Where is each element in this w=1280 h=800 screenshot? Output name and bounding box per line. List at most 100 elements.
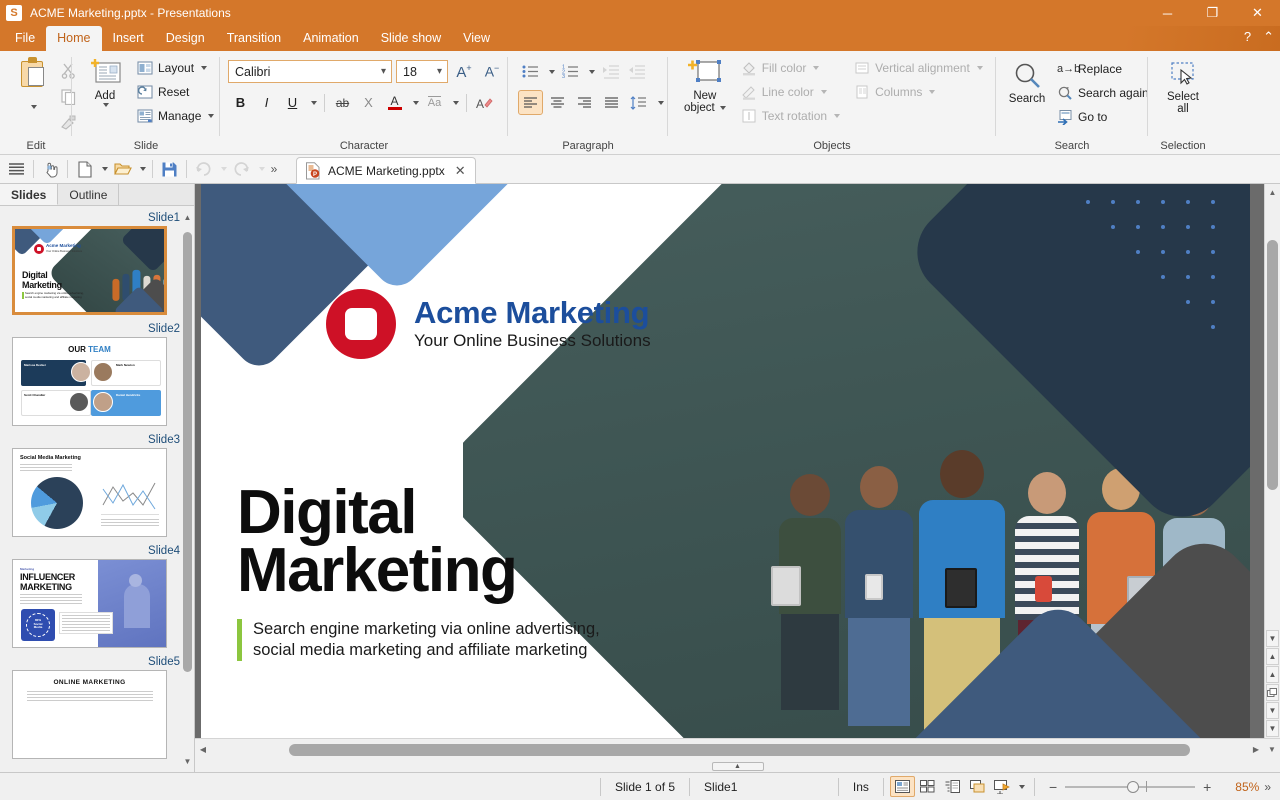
slide-thumbnail-item[interactable]: Slide1 — [8, 212, 180, 315]
bullet-list-button[interactable] — [518, 59, 543, 84]
canvas-horizontal-scrollbar[interactable]: ◀ ▶ ▼ — [195, 738, 1280, 760]
tab-transition[interactable]: Transition — [216, 26, 292, 51]
redo-button[interactable] — [229, 157, 254, 182]
underline-dropdown-icon[interactable] — [306, 90, 319, 115]
increase-font-size-button[interactable]: A+ — [452, 59, 476, 84]
tab-design[interactable]: Design — [155, 26, 216, 51]
slide-thumbnail-4[interactable]: Marketing INFLUENCERMARKETING 80%SocialM… — [12, 559, 167, 648]
collapse-ribbon-icon[interactable]: ⌃ — [1263, 29, 1274, 45]
align-center-button[interactable] — [545, 90, 570, 115]
open-button[interactable] — [110, 157, 135, 182]
tab-slide-show[interactable]: Slide show — [370, 26, 452, 51]
view-slide-show-button[interactable] — [990, 776, 1015, 797]
panel-tab-outline[interactable]: Outline — [58, 184, 119, 205]
layout-button[interactable]: Layout — [132, 56, 219, 79]
tab-home[interactable]: Home — [46, 26, 101, 51]
scroll-up-icon[interactable]: ▲ — [182, 210, 193, 224]
tab-file[interactable]: File — [4, 26, 46, 51]
zoom-level-label[interactable]: 85% — [1219, 780, 1259, 794]
view-dropdown-icon[interactable] — [1015, 774, 1028, 799]
paste-button[interactable] — [10, 55, 56, 92]
underline-button[interactable]: U — [280, 90, 305, 115]
chevron-down-icon[interactable]: ▾ — [437, 66, 442, 77]
tab-animation[interactable]: Animation — [292, 26, 370, 51]
new-object-button[interactable]: New object — [678, 55, 732, 117]
slide-thumbnail-item[interactable]: Slide2 OUR TEAM Mar — [8, 323, 180, 426]
manage-slide-button[interactable]: Manage — [132, 104, 219, 127]
close-icon[interactable]: ✕ — [1235, 0, 1280, 26]
tab-insert[interactable]: Insert — [102, 26, 155, 51]
view-slide-sorter-button[interactable] — [915, 776, 940, 797]
paste-dropdown-icon[interactable] — [21, 94, 46, 119]
line-spacing-dropdown-icon[interactable] — [653, 90, 666, 115]
scroll-right-icon[interactable]: ▶ — [1248, 742, 1264, 758]
decrease-indent-button[interactable] — [624, 59, 649, 84]
open-dropdown-icon[interactable] — [135, 157, 148, 182]
columns-button[interactable]: Columns — [849, 80, 988, 103]
slide-thumbnail-3[interactable]: Social Media Marketing — [12, 448, 167, 537]
pane-splitter-handle[interactable]: ▲ — [712, 762, 764, 771]
numbered-list-button[interactable]: 123 — [558, 59, 583, 84]
slide-thumbnail-item[interactable]: Slide4 Marketing INFLUENCERMARKETING 80%… — [8, 545, 180, 648]
document-tab[interactable]: P ACME Marketing.pptx ✕ — [296, 157, 476, 184]
zoom-out-button[interactable]: − — [1041, 779, 1065, 795]
select-all-button[interactable]: Select all — [1160, 55, 1206, 118]
undo-button[interactable] — [191, 157, 216, 182]
vertical-alignment-button[interactable]: Vertical alignment — [849, 56, 988, 79]
slide-canvas[interactable]: Acme Marketing Your Online Business Solu… — [195, 184, 1280, 738]
change-case-button[interactable]: Aa — [422, 90, 447, 115]
numbered-list-dropdown-icon[interactable] — [584, 59, 597, 84]
align-right-button[interactable] — [572, 90, 597, 115]
replace-button[interactable]: a→b Replace — [1052, 57, 1154, 80]
undo-dropdown-icon[interactable] — [216, 157, 229, 182]
view-notes-button[interactable] — [965, 776, 990, 797]
slide-thumbnail-1[interactable]: Acme MarketingYour Online Business Solut… — [12, 226, 167, 315]
status-insert-mode[interactable]: Ins — [845, 780, 877, 794]
add-slide-caret-icon[interactable] — [103, 103, 109, 107]
line-spacing-button[interactable] — [626, 90, 651, 115]
strikethrough-button[interactable]: ab — [330, 90, 355, 115]
increase-indent-button[interactable] — [598, 59, 623, 84]
save-button[interactable] — [157, 157, 182, 182]
horizontal-scroll-thumb[interactable] — [289, 744, 1190, 756]
clear-formatting-button[interactable]: A — [472, 90, 497, 115]
toolbar-overflow-button[interactable]: » — [267, 157, 281, 182]
first-slide-button[interactable]: ▲ — [1266, 666, 1279, 683]
fill-color-button[interactable]: Fill color — [736, 56, 845, 79]
new-document-dropdown-icon[interactable] — [97, 157, 110, 182]
slide-thumbnail-list[interactable]: Slide1 — [0, 206, 194, 772]
help-icon[interactable]: ? — [1244, 29, 1251, 45]
decrease-font-size-button[interactable]: A− — [480, 59, 504, 84]
vertical-scroll-thumb[interactable] — [1267, 240, 1278, 490]
zoom-slider[interactable] — [1065, 780, 1195, 794]
go-to-button[interactable]: Go to — [1052, 105, 1154, 128]
align-left-button[interactable] — [518, 90, 543, 115]
change-case-dropdown-icon[interactable] — [448, 90, 461, 115]
vertical-scroll-track[interactable] — [1265, 200, 1280, 630]
font-color-button[interactable]: A — [382, 90, 407, 115]
select-browse-object-button[interactable] — [1266, 684, 1279, 701]
current-slide[interactable]: Acme Marketing Your Online Business Solu… — [201, 184, 1250, 738]
bold-button[interactable]: B — [228, 90, 253, 115]
font-size-combobox[interactable]: 18 ▾ — [396, 60, 448, 83]
slide-headline-block[interactable]: Digital Marketing Search engine marketin… — [237, 484, 600, 661]
tab-view[interactable]: View — [452, 26, 501, 51]
status-overflow-button[interactable]: » — [1259, 780, 1276, 794]
italic-button[interactable]: I — [254, 90, 279, 115]
font-color-dropdown-icon[interactable] — [408, 90, 421, 115]
chevron-down-icon[interactable]: ▾ — [381, 66, 386, 77]
scroll-end-icon[interactable]: ▼ — [1264, 742, 1280, 758]
slide-panel-scrollbar-thumb[interactable] — [183, 232, 192, 672]
menu-button[interactable] — [4, 157, 29, 182]
view-outline-button[interactable] — [940, 776, 965, 797]
document-tab-close-icon[interactable]: ✕ — [452, 163, 469, 179]
panel-tab-slides[interactable]: Slides — [0, 184, 58, 205]
horizontal-scroll-track[interactable] — [211, 744, 1248, 756]
font-name-combobox[interactable]: Calibri ▾ — [228, 60, 392, 83]
last-slide-button[interactable]: ▼ — [1266, 720, 1279, 737]
slide-thumbnail-2[interactable]: OUR TEAM Marissa Decker Mark Newton — [12, 337, 167, 426]
slide-thumbnail-item[interactable]: Slide5 ONLINE MARKETING — [8, 656, 180, 759]
slide-subtitle-block[interactable]: Search engine marketing via online adver… — [237, 619, 600, 661]
canvas-vertical-scrollbar[interactable]: ▲ ▼ ▲ ▲ ▼ ▼ — [1264, 184, 1280, 738]
text-rotation-button[interactable]: Text rotation — [736, 104, 845, 127]
